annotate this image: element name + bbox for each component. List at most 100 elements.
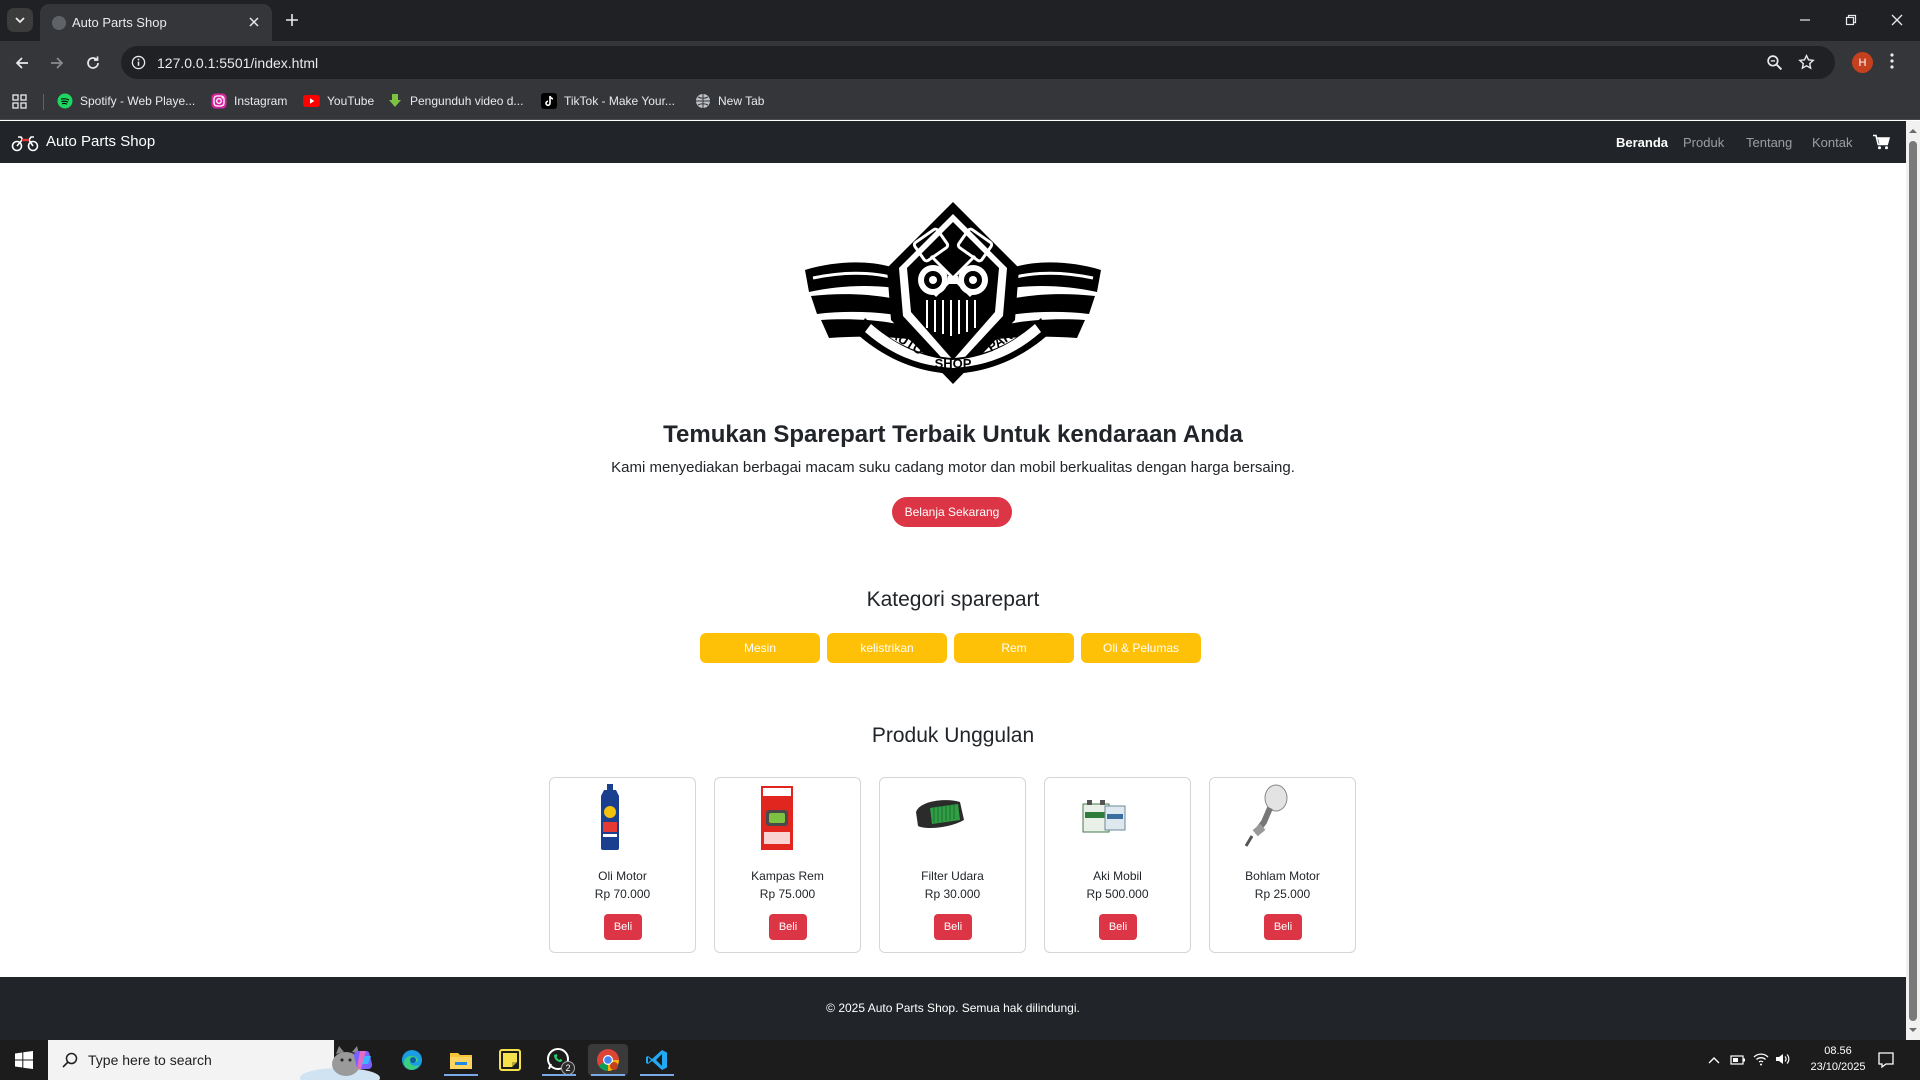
arrow-left-icon bbox=[15, 57, 28, 69]
product-price: Rp 500.000 bbox=[1086, 887, 1149, 901]
buy-button[interactable]: Beli bbox=[934, 914, 972, 940]
close-icon[interactable] bbox=[246, 14, 262, 30]
category-button-oli[interactable]: Oli & Pelumas bbox=[1081, 633, 1201, 663]
restore-button[interactable] bbox=[1836, 8, 1866, 32]
running-indicator bbox=[640, 1074, 674, 1076]
product-name: Kampas Rem bbox=[751, 869, 824, 883]
featured-products-title: Produk Unggulan bbox=[871, 724, 1035, 747]
active-tab[interactable]: Auto Parts Shop bbox=[40, 4, 272, 41]
motorcycle-icon[interactable] bbox=[11, 132, 39, 152]
reload-icon bbox=[87, 56, 99, 69]
brake-pad-box-image bbox=[761, 786, 793, 850]
plus-icon bbox=[286, 14, 298, 26]
product-name: Bohlam Motor bbox=[1245, 869, 1320, 883]
copilot-icon bbox=[353, 1051, 373, 1069]
taskbar-edge[interactable] bbox=[392, 1044, 432, 1076]
address-bar[interactable]: 127.0.0.1:5501/index.html bbox=[121, 46, 1835, 79]
taskbar-search-box[interactable]: Type here to search bbox=[48, 1040, 380, 1080]
nav-link-tentang[interactable]: Tentang bbox=[1746, 135, 1792, 150]
windows-logo-icon bbox=[15, 1051, 33, 1069]
bookmark-star-icon[interactable] bbox=[1798, 54, 1815, 71]
scroll-up-arrow-icon[interactable] bbox=[1909, 127, 1917, 135]
product-price: Rp 30.000 bbox=[924, 887, 981, 901]
product-price: Rp 70.000 bbox=[594, 887, 651, 901]
bookmark-instagram[interactable]: Instagram bbox=[211, 84, 287, 118]
back-button[interactable] bbox=[9, 50, 35, 76]
bookmark-label: Pengunduh video d... bbox=[410, 94, 524, 108]
notification-center-icon[interactable] bbox=[1877, 1051, 1895, 1069]
taskbar-clock-time[interactable]: 08.56 bbox=[1818, 1045, 1858, 1057]
page-scrollbar[interactable] bbox=[1906, 121, 1920, 1040]
download-icon bbox=[389, 94, 401, 107]
site-navbar: Auto Parts Shop Beranda Produk Tentang K… bbox=[0, 121, 1906, 163]
tiktok-icon bbox=[541, 93, 557, 109]
shop-now-button[interactable]: Belanja Sekarang bbox=[892, 497, 1012, 527]
buy-button[interactable]: Beli bbox=[1099, 914, 1137, 940]
scroll-down-arrow-icon[interactable] bbox=[1909, 1026, 1917, 1034]
taskbar-vscode[interactable] bbox=[637, 1044, 677, 1076]
buy-button[interactable]: Beli bbox=[1264, 914, 1302, 940]
chevron-up-icon[interactable] bbox=[1708, 1055, 1720, 1065]
product-card-bohlam-motor: Bohlam Motor Rp 25.000 Beli bbox=[1209, 777, 1356, 953]
brand-name[interactable]: Auto Parts Shop bbox=[46, 133, 155, 150]
bookmark-video-downloader[interactable]: Pengunduh video d... bbox=[387, 84, 523, 118]
start-button[interactable] bbox=[0, 1040, 48, 1080]
bookmark-tiktok[interactable]: TikTok - Make Your... bbox=[541, 84, 675, 118]
taskbar-clock-date[interactable]: 23/10/2025 bbox=[1802, 1061, 1874, 1073]
product-card-aki-mobil: Aki Mobil Rp 500.000 Beli bbox=[1044, 777, 1191, 953]
nav-link-beranda[interactable]: Beranda bbox=[1616, 135, 1668, 150]
product-card-oli-motor: Oli Motor Rp 70.000 Beli bbox=[549, 777, 696, 953]
headlight-bulb-image bbox=[1244, 784, 1288, 847]
wifi-icon[interactable] bbox=[1753, 1052, 1769, 1066]
scrollbar-thumb[interactable] bbox=[1909, 141, 1917, 1021]
running-indicator bbox=[542, 1074, 576, 1076]
nav-link-kontak[interactable]: Kontak bbox=[1812, 135, 1852, 150]
apps-grid-icon[interactable] bbox=[12, 94, 27, 109]
more-vert-icon[interactable] bbox=[1890, 53, 1894, 69]
buy-button[interactable]: Beli bbox=[769, 914, 807, 940]
categories-title: Kategori sparepart bbox=[866, 588, 1040, 611]
category-button-mesin[interactable]: Mesin bbox=[700, 633, 820, 663]
youtube-icon bbox=[303, 95, 320, 107]
profile-avatar[interactable]: H bbox=[1852, 52, 1873, 73]
folder-icon bbox=[450, 1053, 472, 1069]
taskbar-chrome[interactable] bbox=[588, 1044, 628, 1076]
bookmark-spotify[interactable]: Spotify - Web Playe... bbox=[57, 84, 195, 118]
buy-button[interactable]: Beli bbox=[604, 914, 642, 940]
category-button-rem[interactable]: Rem bbox=[954, 633, 1074, 663]
edge-icon bbox=[402, 1050, 422, 1070]
product-name: Filter Udara bbox=[921, 869, 984, 883]
taskbar-sticky-notes[interactable] bbox=[490, 1044, 530, 1076]
product-name: Oli Motor bbox=[598, 869, 647, 883]
browser-tab-strip: Auto Parts Shop bbox=[0, 0, 1920, 41]
forward-button[interactable] bbox=[44, 50, 70, 76]
instagram-icon bbox=[211, 93, 227, 109]
bookmark-label: TikTok - Make Your... bbox=[564, 94, 675, 108]
browser-toolbar: 127.0.0.1:5501/index.html H bbox=[0, 41, 1920, 84]
product-card-kampas-rem: Kampas Rem Rp 75.000 Beli bbox=[714, 777, 861, 953]
taskbar-search-placeholder: Type here to search bbox=[88, 1052, 212, 1068]
taskbar-copilot[interactable] bbox=[343, 1044, 383, 1076]
air-filter-image bbox=[916, 800, 964, 828]
battery-icon[interactable] bbox=[1730, 1054, 1746, 1066]
running-indicator bbox=[444, 1074, 478, 1076]
reload-button[interactable] bbox=[80, 50, 106, 76]
minimize-icon bbox=[1800, 19, 1810, 21]
nav-link-produk[interactable]: Produk bbox=[1683, 135, 1724, 150]
shopping-cart-icon[interactable] bbox=[1872, 134, 1890, 150]
new-tab-button[interactable] bbox=[282, 10, 302, 30]
minimize-button[interactable] bbox=[1790, 8, 1820, 32]
whatsapp-notification-badge: 2 bbox=[561, 1061, 575, 1075]
tab-search-button[interactable] bbox=[7, 8, 33, 32]
zoom-icon[interactable] bbox=[1766, 54, 1783, 71]
taskbar-file-explorer[interactable] bbox=[441, 1044, 481, 1076]
volume-icon[interactable] bbox=[1775, 1052, 1791, 1066]
info-icon[interactable] bbox=[131, 55, 146, 70]
bookmark-label: Spotify - Web Playe... bbox=[80, 94, 196, 108]
category-button-kelistrikan[interactable]: kelistrikan bbox=[827, 633, 947, 663]
close-window-button[interactable] bbox=[1882, 8, 1912, 32]
taskbar-whatsapp[interactable]: 2 bbox=[539, 1044, 579, 1076]
bookmark-youtube[interactable]: YouTube bbox=[303, 84, 374, 118]
product-price: Rp 75.000 bbox=[759, 887, 816, 901]
bookmark-new-tab[interactable]: New Tab bbox=[695, 84, 764, 118]
